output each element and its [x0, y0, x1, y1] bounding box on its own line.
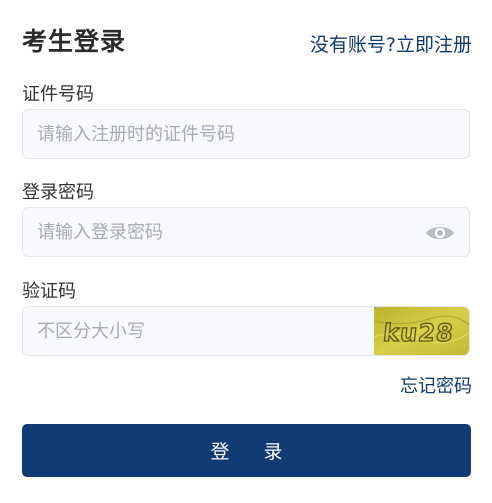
password-label: 登录密码	[22, 182, 94, 203]
eye-icon[interactable]	[425, 222, 455, 244]
login-panel: 考生登录 没有账号?立即注册 证件号码 登录密码 验证码	[0, 0, 492, 503]
captcha-text: ku28	[382, 319, 455, 347]
password-input[interactable]	[23, 208, 469, 256]
page-title: 考生登录	[22, 27, 127, 56]
register-link[interactable]: 没有账号?立即注册	[310, 30, 472, 57]
login-header: 考生登录 没有账号?立即注册	[22, 20, 472, 60]
captcha-label: 验证码	[22, 281, 76, 302]
id-number-label: 证件号码	[22, 84, 94, 105]
captcha-image[interactable]: ku28	[374, 307, 469, 355]
id-number-input[interactable]	[23, 110, 469, 158]
forgot-password-link[interactable]: 忘记密码	[400, 372, 472, 398]
id-number-field-wrapper	[22, 109, 470, 159]
login-button[interactable]: 登 录	[22, 424, 471, 477]
password-field-wrapper	[22, 207, 470, 257]
captcha-field-wrapper: ku28	[22, 306, 470, 356]
